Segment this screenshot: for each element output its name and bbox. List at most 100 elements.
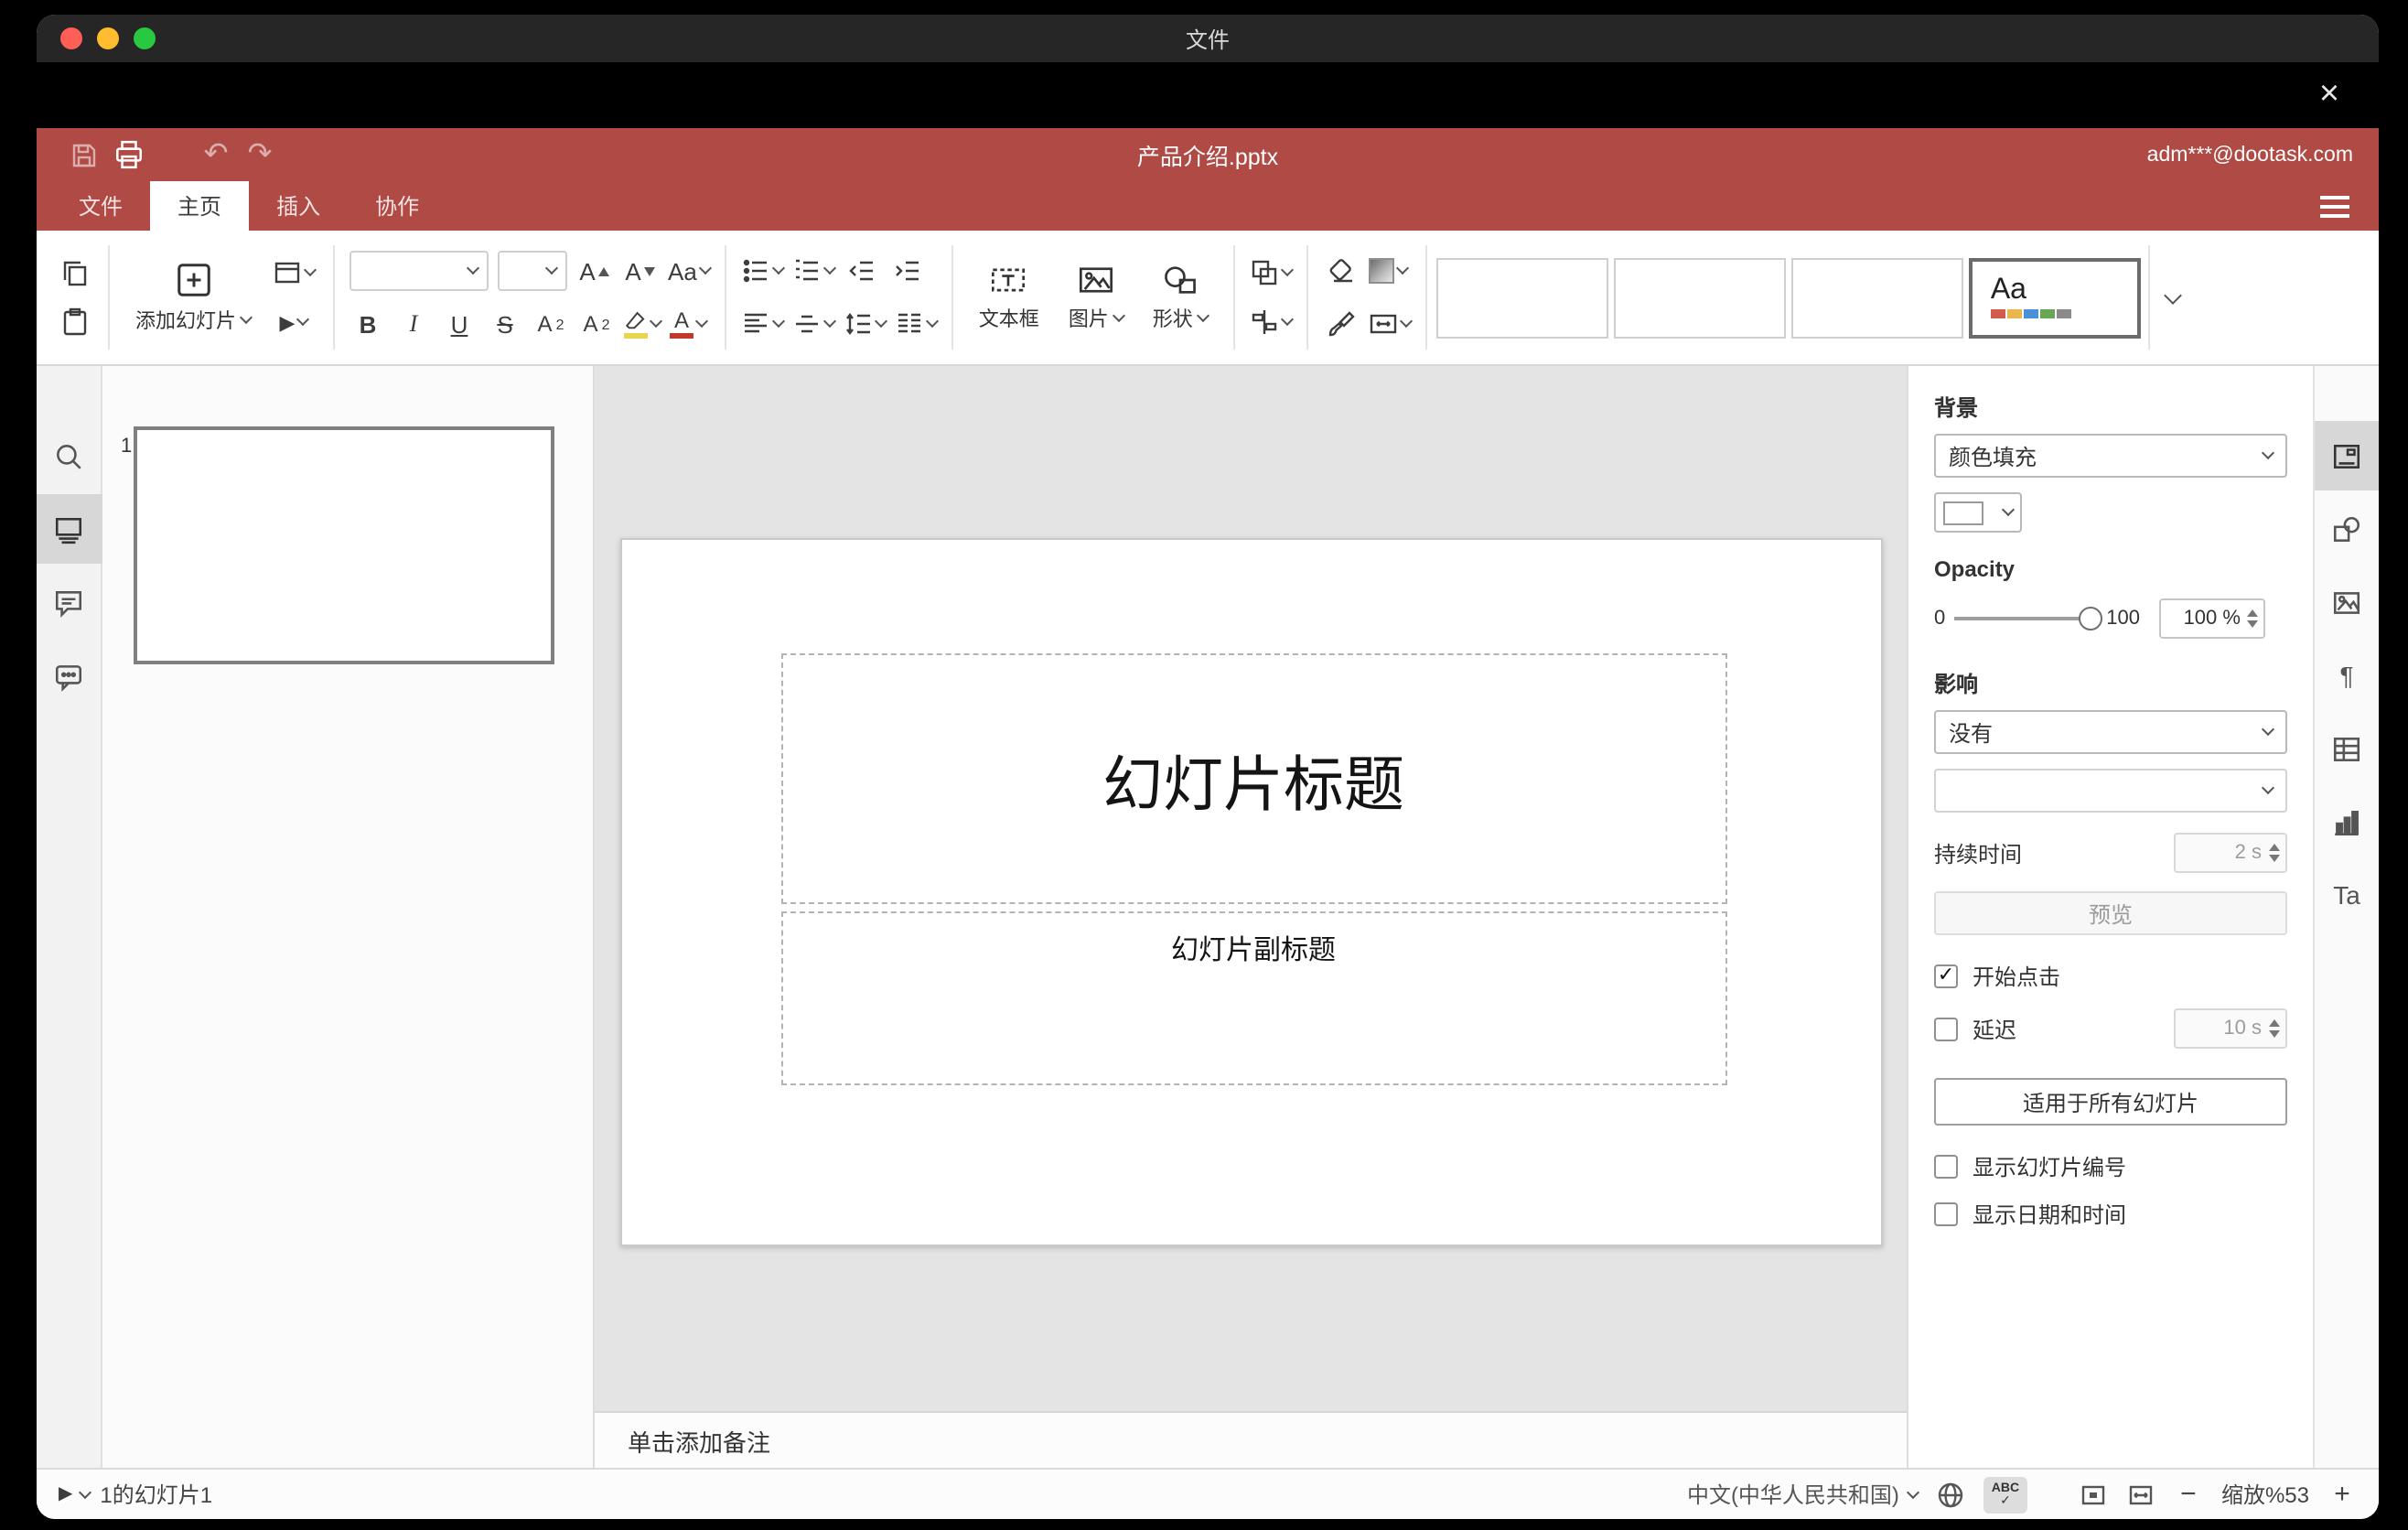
- apply-to-all-slides-button[interactable]: 适用于所有幻灯片: [1934, 1078, 2287, 1126]
- start-preview-button[interactable]: ▶: [59, 1484, 91, 1504]
- horizontal-align-button[interactable]: [741, 304, 785, 344]
- strikethrough-button[interactable]: S: [487, 304, 523, 344]
- zoom-out-button[interactable]: −: [2174, 1479, 2203, 1510]
- bullets-button[interactable]: [741, 251, 785, 291]
- insert-shape-button[interactable]: 形状: [1142, 242, 1219, 352]
- copy-style-button[interactable]: [1323, 304, 1360, 344]
- slide-subtitle-placeholder[interactable]: 幻灯片副标题: [780, 911, 1726, 1085]
- slide-layout-button[interactable]: [273, 253, 317, 293]
- chevron-down-icon: [822, 314, 836, 329]
- spinner-arrows-icon[interactable]: [2247, 609, 2259, 628]
- save-button[interactable]: [62, 135, 106, 175]
- insert-textbox-button[interactable]: 文本框: [968, 242, 1050, 352]
- underline-button[interactable]: U: [441, 304, 478, 344]
- spellcheck-button[interactable]: ABC ✓: [1983, 1476, 2027, 1513]
- font-color-button[interactable]: A: [670, 304, 709, 344]
- image-settings-button[interactable]: [2314, 567, 2379, 637]
- right-icon-rail: ¶ Ta: [2313, 366, 2379, 1468]
- chevron-down-icon: [78, 1484, 91, 1499]
- theme-gallery-expand-button[interactable]: [2147, 245, 2196, 350]
- duration-spinner[interactable]: 2 s: [2174, 833, 2287, 873]
- fit-width-button[interactable]: [2126, 1480, 2155, 1509]
- chat-button[interactable]: [37, 641, 102, 710]
- close-icon[interactable]: ×: [2307, 73, 2351, 117]
- line-spacing-button[interactable]: [844, 304, 887, 344]
- paragraph-settings-button[interactable]: ¶: [2314, 641, 2379, 710]
- effect-select[interactable]: 没有: [1934, 710, 2287, 754]
- subscript-button[interactable]: A2: [578, 304, 615, 344]
- decrease-font-button[interactable]: A: [622, 251, 659, 291]
- vertical-align-button[interactable]: [792, 304, 836, 344]
- paragraph-group: [728, 231, 950, 364]
- opacity-slider[interactable]: [1954, 607, 2103, 630]
- increase-indent-button[interactable]: [889, 251, 926, 291]
- editor-header: ↶ ↷ 产品介绍.pptx adm***@dootask.com 文件 主页 插…: [37, 128, 2379, 231]
- theme-tile[interactable]: [1613, 257, 1786, 338]
- chart-settings-button[interactable]: [2314, 787, 2379, 857]
- theme-tile[interactable]: [1435, 257, 1608, 338]
- slider-knob[interactable]: [2079, 607, 2103, 630]
- delay-spinner[interactable]: 10 s: [2174, 1008, 2287, 1049]
- align-shapes-button[interactable]: [1250, 302, 1294, 342]
- show-slide-number-checkbox[interactable]: [1934, 1155, 1958, 1179]
- slide-title-placeholder[interactable]: 幻灯片标题: [780, 653, 1726, 904]
- redo-button[interactable]: ↷: [238, 135, 282, 175]
- notes-area[interactable]: 单击添加备注: [595, 1411, 1907, 1468]
- columns-button[interactable]: [895, 304, 939, 344]
- copy-button[interactable]: [57, 253, 93, 293]
- shape-settings-button[interactable]: [2314, 494, 2379, 564]
- clear-style-button[interactable]: [1323, 251, 1360, 291]
- slide-size-button[interactable]: [1369, 304, 1413, 344]
- paste-button[interactable]: [57, 302, 93, 342]
- tab-file[interactable]: 文件: [51, 181, 150, 231]
- language-selector[interactable]: 中文(中华人民共和国): [1687, 1479, 1920, 1510]
- preview-button[interactable]: 预览: [1934, 891, 2287, 935]
- decrease-indent-button[interactable]: [844, 251, 880, 291]
- menu-hamburger-icon[interactable]: [2320, 195, 2349, 217]
- print-button[interactable]: [106, 135, 150, 175]
- show-date-time-checkbox[interactable]: [1934, 1202, 1958, 1226]
- arrange-shapes-button[interactable]: [1250, 253, 1294, 293]
- font-size-combo[interactable]: [498, 251, 567, 291]
- textart-settings-button[interactable]: Ta: [2314, 860, 2379, 930]
- insert-image-button[interactable]: 图片: [1058, 242, 1134, 352]
- tab-home[interactable]: 主页: [150, 181, 250, 231]
- spinner-arrows-icon[interactable]: [2269, 1019, 2280, 1038]
- italic-button[interactable]: I: [395, 304, 432, 344]
- superscript-button[interactable]: A2: [532, 304, 569, 344]
- slide-thumbnail[interactable]: [134, 426, 554, 664]
- theme-tile-selected[interactable]: Aa: [1968, 257, 2141, 338]
- table-settings-button[interactable]: [2314, 714, 2379, 783]
- undo-button[interactable]: ↶: [194, 135, 238, 175]
- start-on-click-row: ✓ 开始点击: [1934, 961, 2287, 992]
- theme-tile[interactable]: [1790, 257, 1963, 338]
- canvas[interactable]: 幻灯片标题 幻灯片副标题: [595, 366, 1907, 1411]
- slide[interactable]: 幻灯片标题 幻灯片副标题: [619, 538, 1882, 1246]
- slide-settings-button[interactable]: [2314, 421, 2379, 490]
- background-color-picker[interactable]: [1934, 492, 2022, 533]
- spinner-arrows-icon[interactable]: [2269, 844, 2280, 862]
- font-name-combo[interactable]: [349, 251, 489, 291]
- fit-slide-button[interactable]: [2079, 1480, 2108, 1509]
- add-slide-button[interactable]: 添加幻灯片: [124, 242, 262, 352]
- numbering-button[interactable]: [792, 251, 836, 291]
- fill-color-button[interactable]: [1368, 251, 1409, 291]
- opacity-spinner[interactable]: 100 %: [2159, 598, 2266, 639]
- tab-collaboration[interactable]: 协作: [348, 181, 446, 231]
- delay-checkbox[interactable]: [1934, 1017, 1958, 1040]
- highlight-color-button[interactable]: [624, 304, 663, 344]
- bold-button[interactable]: B: [349, 304, 386, 344]
- document-language-button[interactable]: [1936, 1480, 1965, 1509]
- slide-subgroup: ▶: [269, 253, 318, 342]
- change-case-button[interactable]: Aa: [668, 251, 712, 291]
- comments-button[interactable]: [37, 567, 102, 637]
- background-fill-select[interactable]: 颜色填充: [1934, 434, 2287, 478]
- search-button[interactable]: [37, 421, 102, 490]
- slides-panel-button[interactable]: [37, 494, 102, 564]
- increase-font-button[interactable]: A: [576, 251, 613, 291]
- tab-insert[interactable]: 插入: [249, 181, 348, 231]
- effect-type-select[interactable]: [1934, 769, 2287, 813]
- start-slideshow-button[interactable]: ▶: [273, 302, 315, 342]
- zoom-in-button[interactable]: +: [2327, 1479, 2357, 1510]
- start-on-click-checkbox[interactable]: ✓: [1934, 964, 1958, 988]
